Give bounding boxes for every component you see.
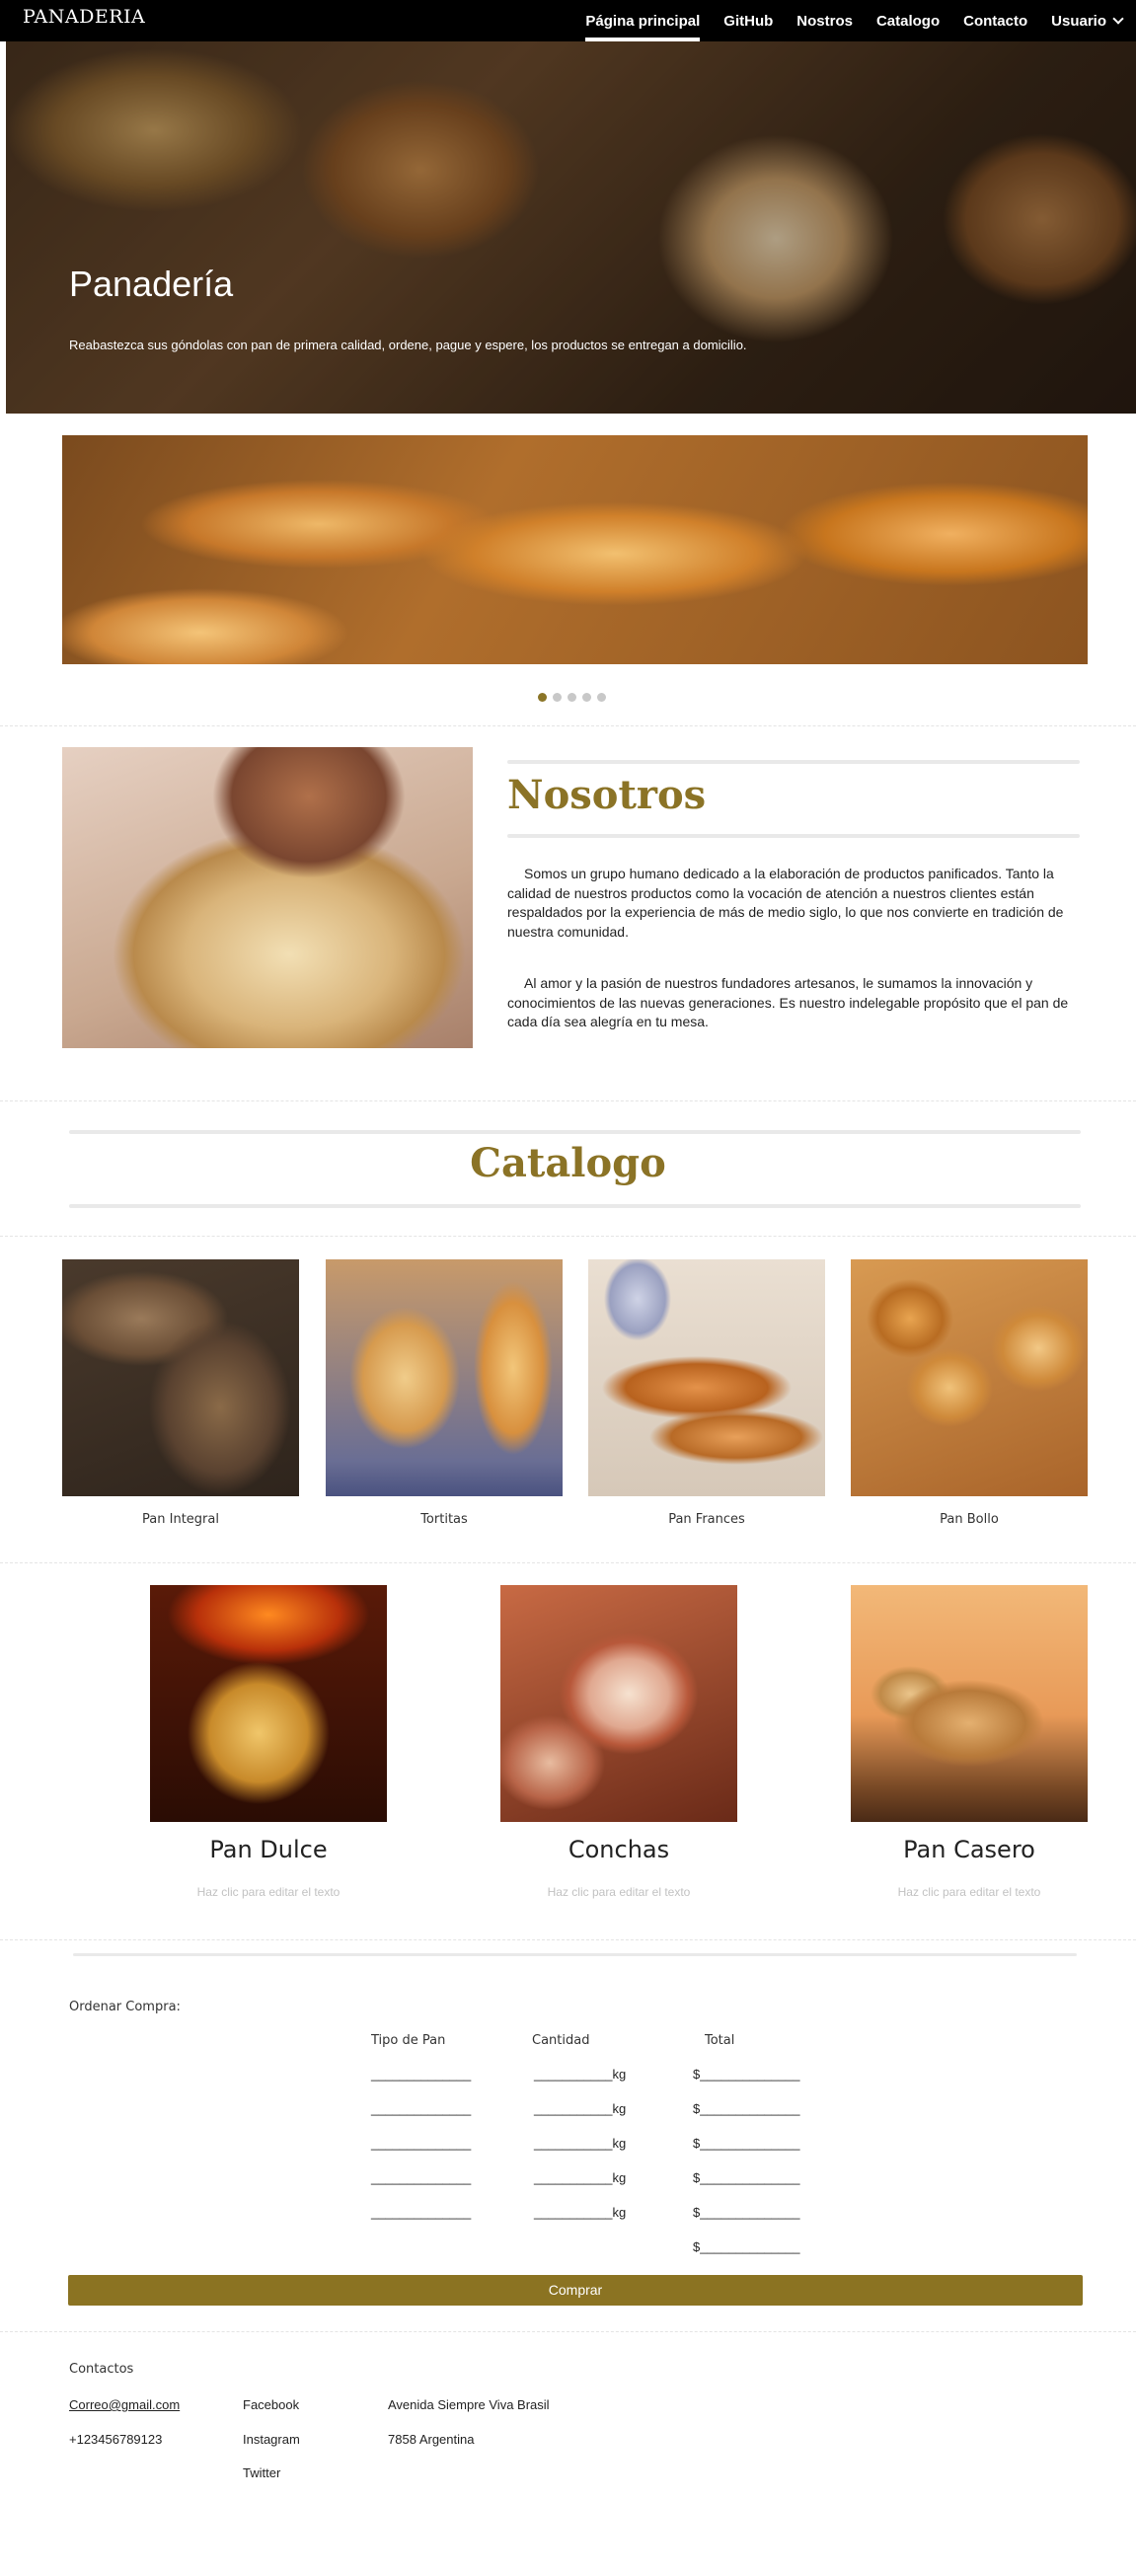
divider — [0, 725, 1136, 726]
pan-frances-image — [588, 1259, 825, 1496]
pan-dulce-image — [150, 1585, 387, 1822]
divider-line — [507, 834, 1080, 838]
total-field: $______________ — [693, 2170, 800, 2185]
divider — [0, 1562, 1136, 1563]
nav-link-nostros[interactable]: Nostros — [796, 0, 853, 41]
divider — [0, 1939, 1136, 1940]
carousel-dot-1[interactable] — [538, 693, 547, 702]
divider-line — [507, 760, 1080, 764]
order-label: Ordenar Compra: — [69, 2000, 181, 2014]
carousel-indicators — [538, 693, 612, 702]
divider-line — [69, 1204, 1081, 1208]
tipo-pan-field[interactable]: ______________ — [371, 2136, 471, 2151]
tipo-pan-field[interactable]: ______________ — [371, 2205, 471, 2220]
comprar-button[interactable]: Comprar — [68, 2275, 1083, 2306]
product-title: Pan Dulce — [209, 1836, 328, 1863]
column-header-tipo: Tipo de Pan — [371, 2033, 446, 2048]
product-subtitle[interactable]: Haz clic para editar el texto — [500, 1885, 737, 1899]
carousel-dot-5[interactable] — [597, 693, 606, 702]
product-card[interactable]: Pan Dulce Haz clic para editar el texto — [150, 1585, 387, 1899]
product-card[interactable]: Pan Casero Haz clic para editar el texto — [851, 1585, 1088, 1899]
tipo-pan-field[interactable]: ______________ — [371, 2170, 471, 2185]
nosotros-title: Nosotros — [507, 772, 707, 818]
product-card[interactable]: Conchas Haz clic para editar el texto — [500, 1585, 737, 1899]
divider — [0, 1100, 1136, 1101]
cantidad-field[interactable]: ___________kg — [534, 2101, 626, 2116]
brand-logo[interactable]: PANADERIA — [23, 6, 145, 28]
nav-link-catalogo[interactable]: Catalogo — [876, 0, 940, 41]
column-header-total: Total — [705, 2033, 735, 2048]
catalog-item-label: Pan Integral — [142, 1512, 219, 1527]
catalog-item-label: Tortitas — [420, 1512, 468, 1527]
cantidad-field[interactable]: ___________kg — [534, 2205, 626, 2220]
nav-link-usuario[interactable]: Usuario — [1051, 0, 1124, 41]
catalog-item[interactable]: Pan Bollo — [851, 1259, 1088, 1527]
divider — [0, 1236, 1136, 1237]
carousel-dot-3[interactable] — [568, 693, 576, 702]
hero-banner: Panadería Reabastezca sus góndolas con p… — [6, 41, 1136, 414]
divider-line — [69, 1130, 1081, 1134]
address-line-1: Avenida Siempre Viva Brasil — [388, 2397, 550, 2412]
cantidad-field[interactable]: ___________kg — [534, 2170, 626, 2185]
catalog-item[interactable]: Pan Frances — [588, 1259, 825, 1527]
nosotros-paragraph-2: Al amor y la pasión de nuestros fundador… — [507, 975, 1069, 1029]
nav-links: Página principal GitHub Nostros Catalogo… — [562, 0, 1124, 41]
total-field: $______________ — [693, 2205, 800, 2220]
total-field: $______________ — [693, 2136, 800, 2151]
tortitas-image — [326, 1259, 563, 1496]
product-subtitle[interactable]: Haz clic para editar el texto — [851, 1885, 1088, 1899]
catalog-item[interactable]: Tortitas — [326, 1259, 563, 1527]
nosotros-paragraph-1: Somos un grupo humano dedicado a la elab… — [507, 866, 1064, 940]
phone-number: +123456789123 — [69, 2432, 163, 2447]
conchas-image — [500, 1585, 737, 1822]
facebook-link[interactable]: Facebook — [243, 2397, 299, 2412]
usuario-label: Usuario — [1051, 12, 1106, 30]
divider-line — [73, 1953, 1077, 1956]
catalog-item-label: Pan Bollo — [940, 1512, 999, 1527]
address-line-2: 7858 Argentina — [388, 2432, 475, 2447]
cantidad-field[interactable]: ___________kg — [534, 2067, 626, 2082]
tipo-pan-field[interactable]: ______________ — [371, 2101, 471, 2116]
instagram-link[interactable]: Instagram — [243, 2432, 300, 2447]
divider — [0, 2331, 1136, 2332]
carousel-image[interactable] — [62, 435, 1088, 664]
column-header-cantidad: Cantidad — [532, 2033, 590, 2048]
nosotros-image — [62, 747, 473, 1048]
pan-integral-image — [62, 1259, 299, 1496]
hero-overlay — [6, 41, 1136, 414]
total-field: $______________ — [693, 2101, 800, 2116]
twitter-link[interactable]: Twitter — [243, 2465, 280, 2480]
product-title: Pan Casero — [903, 1836, 1035, 1863]
pan-bollo-image — [851, 1259, 1088, 1496]
footer-heading: Contactos — [69, 2362, 134, 2377]
catalog-item-label: Pan Frances — [668, 1512, 745, 1527]
cantidad-field[interactable]: ___________kg — [534, 2136, 626, 2151]
nav-link-github[interactable]: GitHub — [723, 0, 773, 41]
product-title: Conchas — [568, 1836, 670, 1863]
product-subtitle[interactable]: Haz clic para editar el texto — [150, 1885, 387, 1899]
nav-link-pagina-principal[interactable]: Página principal — [585, 0, 700, 41]
tipo-pan-field[interactable]: ______________ — [371, 2067, 471, 2082]
chevron-down-icon — [1112, 12, 1124, 25]
catalog-item[interactable]: Pan Integral — [62, 1259, 299, 1527]
nav-link-contacto[interactable]: Contacto — [963, 0, 1027, 41]
email-link[interactable]: Correo@gmail.com — [69, 2397, 180, 2412]
catalogo-title: Catalogo — [470, 1140, 666, 1186]
total-field: $______________ — [693, 2067, 800, 2082]
grand-total-field: $______________ — [693, 2239, 800, 2254]
hero-title: Panadería — [69, 264, 234, 304]
pan-casero-image — [851, 1585, 1088, 1822]
carousel-dot-2[interactable] — [553, 693, 562, 702]
navbar: PANADERIA Página principal GitHub Nostro… — [0, 0, 1136, 41]
hero-subtitle: Reabastezca sus góndolas con pan de prim… — [69, 338, 747, 352]
carousel-dot-4[interactable] — [582, 693, 591, 702]
